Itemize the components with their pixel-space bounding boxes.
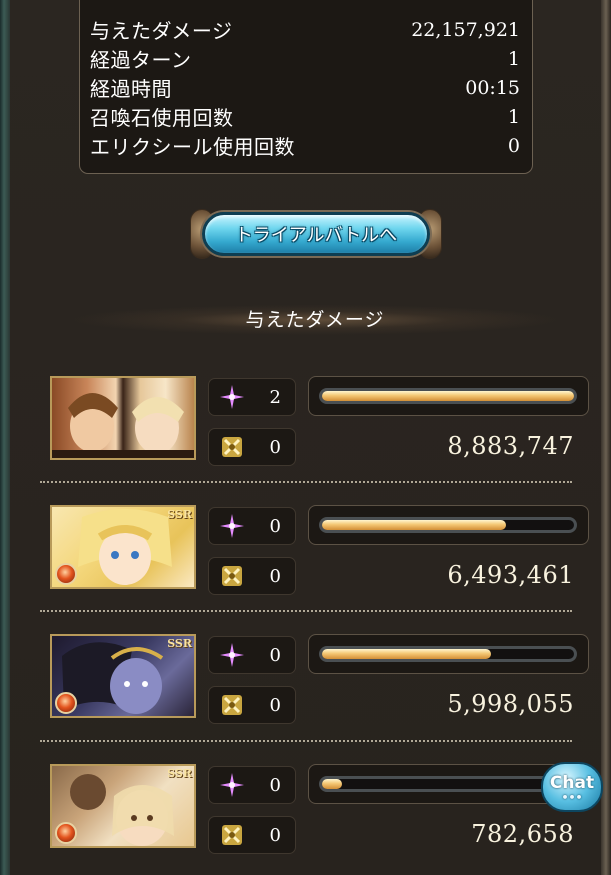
section-title: 与えたダメージ bbox=[245, 308, 385, 331]
damage-bar-box bbox=[308, 376, 589, 416]
cure-count-box: 0 bbox=[208, 557, 296, 595]
stat-row-time: 経過時間 00:15 bbox=[90, 73, 520, 102]
damage-bar-fill bbox=[322, 649, 491, 659]
row-divider bbox=[40, 610, 572, 612]
party-member-row: SSR 0 0 5,998,055 bbox=[40, 634, 589, 734]
ougi-count-box: 0 bbox=[208, 507, 296, 545]
character-portrait[interactable] bbox=[50, 376, 196, 460]
fire-element-icon bbox=[55, 822, 77, 844]
cure-count-box: 0 bbox=[208, 686, 296, 724]
trial-battle-button[interactable]: トライアルバトルへ bbox=[202, 212, 430, 256]
crossed-swords-icon bbox=[219, 434, 245, 460]
left-frame-edge bbox=[0, 0, 10, 875]
rarity-badge: SSR bbox=[167, 767, 192, 780]
stat-label: エリクシール使用回数 bbox=[90, 135, 295, 159]
character-portrait[interactable]: SSR bbox=[50, 764, 196, 848]
pink-sparkle-icon bbox=[219, 513, 245, 539]
party-member-row: SSR 0 0 782,658 bbox=[40, 764, 589, 864]
crossed-swords-icon bbox=[219, 822, 245, 848]
damage-bar-track bbox=[319, 517, 577, 533]
damage-value: 5,998,055 bbox=[447, 690, 574, 718]
damage-bar-track bbox=[319, 388, 577, 404]
cure-count: 0 bbox=[269, 694, 281, 716]
pink-sparkle-icon bbox=[219, 772, 245, 798]
stat-row-damage: 与えたダメージ 22,157,921 bbox=[90, 15, 520, 44]
cure-count: 0 bbox=[269, 436, 281, 458]
rarity-badge: SSR bbox=[167, 508, 192, 521]
damage-bar-fill bbox=[322, 520, 506, 530]
chat-button[interactable]: Chat ••• bbox=[541, 762, 603, 812]
ougi-count: 2 bbox=[269, 386, 281, 408]
stat-row-elixirs: エリクシール使用回数 0 bbox=[90, 131, 520, 160]
stat-label: 経過ターン bbox=[90, 48, 192, 72]
damage-bar-track bbox=[319, 776, 577, 792]
stat-label: 経過時間 bbox=[90, 77, 172, 101]
row-divider bbox=[40, 740, 572, 742]
stat-row-summons: 召喚石使用回数 1 bbox=[90, 102, 520, 131]
section-heading: 与えたダメージ bbox=[70, 299, 560, 337]
cure-count: 0 bbox=[269, 824, 281, 846]
portrait-art-icon bbox=[52, 393, 194, 458]
stat-value: 22,157,921 bbox=[411, 18, 520, 41]
battle-stats-box: 与えたダメージ 22,157,921 経過ターン 1 経過時間 00:15 召喚… bbox=[79, 0, 533, 174]
damage-bar-box bbox=[308, 505, 589, 545]
ougi-count-box: 0 bbox=[208, 766, 296, 804]
pink-sparkle-icon bbox=[219, 384, 245, 410]
cure-count: 0 bbox=[269, 565, 281, 587]
stat-value: 0 bbox=[507, 134, 520, 157]
ougi-count: 0 bbox=[269, 515, 281, 537]
ougi-count: 0 bbox=[269, 774, 281, 796]
party-member-row: SSR 0 0 6,493,461 bbox=[40, 505, 589, 605]
ougi-count: 0 bbox=[269, 644, 281, 666]
stat-value: 00:15 bbox=[465, 76, 520, 99]
damage-bar-fill bbox=[322, 779, 343, 789]
pink-sparkle-icon bbox=[219, 642, 245, 668]
row-divider bbox=[40, 481, 572, 483]
result-panel: 与えたダメージ 22,157,921 経過ターン 1 経過時間 00:15 召喚… bbox=[10, 0, 601, 875]
stat-row-turns: 経過ターン 1 bbox=[90, 44, 520, 73]
trial-battle-button-wrap: トライアルバトルへ bbox=[190, 203, 442, 267]
stat-value: 1 bbox=[507, 105, 520, 128]
ougi-count-box: 2 bbox=[208, 378, 296, 416]
stat-label: 召喚石使用回数 bbox=[90, 106, 234, 130]
damage-value: 6,493,461 bbox=[447, 561, 574, 589]
crossed-swords-icon bbox=[219, 563, 245, 589]
right-frame-edge bbox=[601, 0, 611, 875]
party-member-row: 2 0 8,883,747 bbox=[40, 376, 589, 476]
fire-element-icon bbox=[55, 692, 77, 714]
rarity-badge: SSR bbox=[167, 637, 192, 650]
character-portrait[interactable]: SSR bbox=[50, 505, 196, 589]
stat-label: 与えたダメージ bbox=[90, 19, 233, 43]
character-portrait[interactable]: SSR bbox=[50, 634, 196, 718]
damage-bar-box bbox=[308, 634, 589, 674]
fire-element-icon bbox=[55, 563, 77, 585]
ougi-count-box: 0 bbox=[208, 636, 296, 674]
damage-bar-fill bbox=[322, 391, 574, 401]
damage-bar-track bbox=[319, 646, 577, 662]
damage-value: 782,658 bbox=[471, 820, 574, 848]
crossed-swords-icon bbox=[219, 692, 245, 718]
damage-value: 8,883,747 bbox=[447, 432, 574, 460]
cure-count-box: 0 bbox=[208, 816, 296, 854]
cure-count-box: 0 bbox=[208, 428, 296, 466]
chat-label: Chat bbox=[549, 773, 595, 793]
chat-dots-icon: ••• bbox=[561, 791, 583, 804]
stat-value: 1 bbox=[507, 47, 520, 70]
